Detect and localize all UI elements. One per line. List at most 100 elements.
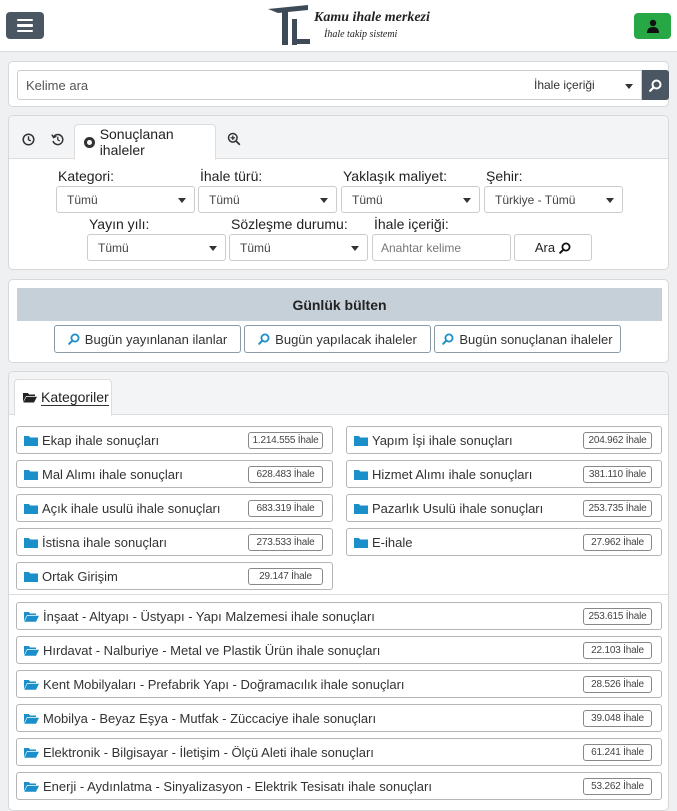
folder-icon <box>354 469 368 480</box>
bugun-yayinlanan-button[interactable]: Bugün yayınlanan ilanlar <box>54 325 241 353</box>
tab-recent[interactable] <box>17 128 39 150</box>
count-badge: 28.526 İhale <box>583 676 652 693</box>
sector-label: Enerji - Aydınlatma - Sinyalizasyon - El… <box>43 778 432 794</box>
ihale-turu-select[interactable]: Tümü <box>198 186 337 213</box>
bugun-sonuclanan-button[interactable]: Bugün sonuçlanan ihaleler <box>434 325 621 353</box>
category-label: Mal Alımı ihale sonuçları <box>42 466 183 482</box>
sector-label: İnşaat - Altyapı - Üstyapı - Yapı Malzem… <box>43 608 375 624</box>
sector-item[interactable]: İnşaat - Altyapı - Üstyapı - Yapı Malzem… <box>16 602 662 630</box>
category-label: E-ihale <box>372 534 413 550</box>
search-scope-select[interactable]: İhale içeriği <box>525 70 642 100</box>
category-label: Hizmet Alımı ihale sonuçları <box>372 466 533 482</box>
count-badge: 253.615 İhale <box>583 608 652 625</box>
search-scope-value: İhale içeriği <box>534 78 595 92</box>
category-item[interactable]: Yapım İşi ihale sonuçları 204.962 İhale <box>346 426 662 454</box>
search-button[interactable] <box>642 70 669 100</box>
folder-open-icon <box>24 747 39 758</box>
kategori-select[interactable]: Tümü <box>56 186 195 213</box>
ihale-turu-label: İhale türü: <box>200 168 263 184</box>
category-item[interactable]: Ortak Girişim 29.147 İhale <box>16 562 333 590</box>
sozlesme-value: Tümü <box>240 240 271 255</box>
tab-kategoriler[interactable]: Kategoriler <box>14 379 112 416</box>
sector-label: Kent Mobilyaları - Prefabrik Yapı - Doğr… <box>43 676 405 692</box>
sector-label: Elektronik - Bilgisayar - İletişim - Ölç… <box>43 744 374 760</box>
zoom-in-icon <box>227 132 241 146</box>
count-badge: 253.735 İhale <box>583 500 652 517</box>
category-item[interactable]: Hizmet Alımı ihale sonuçları 381.110 İhal… <box>346 460 662 488</box>
kategori-label: Kategori: <box>58 168 115 184</box>
logo-subtitle: İhale takip sistemi <box>324 29 398 40</box>
bulten-title: Günlük bülten <box>17 288 662 321</box>
folder-icon <box>354 435 368 446</box>
ara-button[interactable]: Ara <box>514 234 592 261</box>
sozlesme-select[interactable]: Tümü <box>229 234 368 261</box>
site-logo[interactable]: Kamu ihale merkezi İhale takip sistemi <box>268 5 430 47</box>
folder-icon <box>24 503 38 514</box>
category-item[interactable]: İstisna ihale sonuçları 273.533 İhale <box>16 528 333 556</box>
category-item[interactable]: Pazarlık Usulü ihale sonuçları 253.735 İh… <box>346 494 662 522</box>
bulten-button-label: Bugün yayınlanan ilanlar <box>84 331 228 347</box>
tab-label: Kategoriler <box>41 388 109 406</box>
user-button[interactable] <box>634 13 671 39</box>
category-label: Yapım İşi ihale sonuçları <box>372 432 513 448</box>
categories-panel: Kategoriler Ekap ihale sonuçları 1.214.55… <box>8 371 669 811</box>
chevron-down-icon <box>320 198 328 203</box>
chevron-down-icon <box>178 198 186 203</box>
chevron-down-icon <box>625 84 633 89</box>
count-badge: 29.147 İhale <box>248 568 323 585</box>
icerik-label: İhale içeriği: <box>374 216 449 232</box>
yayin-yili-select[interactable]: Tümü <box>87 234 226 261</box>
sozlesme-label: Sözleşme durumu: <box>231 216 348 232</box>
folder-icon <box>24 537 38 548</box>
category-item[interactable]: Ekap ihale sonuçları 1.214.555 İhale <box>16 426 333 454</box>
category-label: Ortak Girişim <box>42 568 118 584</box>
search-icon <box>67 333 80 345</box>
chevron-down-icon <box>606 198 614 203</box>
sehir-value: Türkiye - Tümü <box>495 192 576 207</box>
category-label: Açık ihale usulü ihale sonuçları <box>42 500 221 516</box>
category-item[interactable]: Açık ihale usulü ihale sonuçları 683.319 … <box>16 494 333 522</box>
sector-item[interactable]: Kent Mobilyaları - Prefabrik Yapı - Doğr… <box>16 670 662 698</box>
sector-item[interactable]: Mobilya - Beyaz Eşya - Mutfak - Züccaciy… <box>16 704 662 732</box>
top-navbar: Kamu ihale merkezi İhale takip sistemi <box>0 0 677 52</box>
folder-open-icon <box>24 611 39 622</box>
search-input[interactable] <box>17 70 526 100</box>
menu-button[interactable] <box>6 12 44 39</box>
ara-label: Ara <box>534 240 556 255</box>
tab-label: Sonuçlanan ihaleler <box>99 126 174 158</box>
folder-icon <box>354 503 368 514</box>
hamburger-icon <box>17 18 33 22</box>
bulten-button-label: Bugün sonuçlanan ihaleler <box>459 331 613 347</box>
count-badge: 381.110 İhale <box>583 466 652 483</box>
radio-selected-icon <box>84 136 95 148</box>
folder-open-icon <box>24 679 39 690</box>
folder-icon <box>24 435 38 446</box>
folder-open-icon <box>24 781 39 792</box>
history-icon <box>50 133 64 145</box>
sehir-label: Şehir: <box>486 168 523 184</box>
icerik-placeholder: Anahtar kelime <box>381 240 462 255</box>
logo-mark-icon <box>268 5 310 45</box>
sector-item[interactable]: Enerji - Aydınlatma - Sinyalizasyon - El… <box>16 772 662 800</box>
sector-item[interactable]: Hırdavat - Nalburiye - Metal ve Plastik … <box>16 636 662 664</box>
category-label: Pazarlık Usulü ihale sonuçları <box>372 500 544 516</box>
category-label: Ekap ihale sonuçları <box>42 432 160 448</box>
tab-detailed-search[interactable] <box>223 128 245 150</box>
category-item[interactable]: Mal Alımı ihale sonuçları 628.483 İhale <box>16 460 333 488</box>
tab-sonuclanan-ihaleler[interactable]: Sonuçlanan ihaleler <box>74 124 216 160</box>
category-item[interactable]: E-ihale 27.962 İhale <box>346 528 662 556</box>
bugun-yapilacak-button[interactable]: Bugün yapılacak ihaleler <box>244 325 431 353</box>
chevron-down-icon <box>209 246 217 251</box>
categories-tabbar: Kategoriler <box>9 372 668 416</box>
count-badge: 61.241 İhale <box>583 744 652 761</box>
maliyet-select[interactable]: Tümü <box>341 186 480 213</box>
ihale-turu-value: Tümü <box>209 192 240 207</box>
tab-history[interactable] <box>46 128 68 150</box>
icerik-input[interactable]: Anahtar kelime <box>372 234 511 261</box>
folder-icon <box>354 537 368 548</box>
bulten-button-label: Bugün yapılacak ihaleler <box>275 331 417 347</box>
count-badge: 273.533 İhale <box>248 534 323 551</box>
sehir-select[interactable]: Türkiye - Tümü <box>484 186 623 213</box>
sector-item[interactable]: Elektronik - Bilgisayar - İletişim - Ölç… <box>16 738 662 766</box>
filter-panel: Sonuçlanan ihaleler Kategori: Tümü İhale… <box>8 115 669 270</box>
